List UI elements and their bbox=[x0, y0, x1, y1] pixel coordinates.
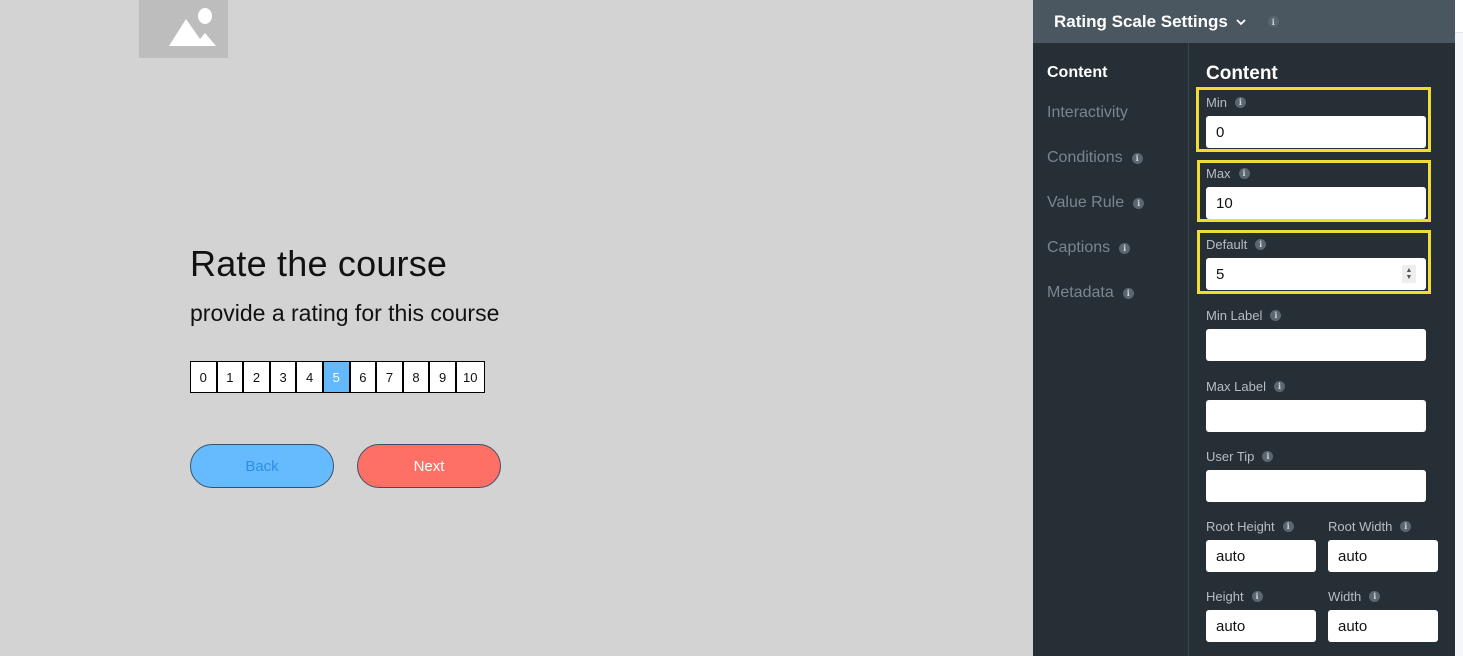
nav-item-label: Metadata bbox=[1047, 284, 1114, 301]
rating-option-8[interactable]: 8 bbox=[403, 362, 431, 392]
info-icon[interactable]: i bbox=[1255, 238, 1267, 250]
info-icon[interactable]: i bbox=[1262, 450, 1274, 462]
max-field: Max i bbox=[1206, 165, 1426, 219]
next-button[interactable]: Next bbox=[357, 444, 501, 488]
rating-option-2[interactable]: 2 bbox=[244, 362, 271, 392]
min-input[interactable] bbox=[1206, 116, 1426, 148]
content-form: Content Mini Maxi Defaulti ▲ ▼ bbox=[1196, 43, 1455, 656]
height-field: Height i bbox=[1206, 588, 1316, 642]
max-label-field: Max Label i bbox=[1206, 378, 1426, 432]
scrollbar-track[interactable] bbox=[1455, 0, 1463, 656]
root-width-input[interactable] bbox=[1328, 540, 1438, 572]
info-icon[interactable]: i bbox=[1270, 309, 1282, 321]
back-button[interactable]: Back bbox=[190, 444, 334, 488]
root-width-field: Root Width i bbox=[1328, 518, 1438, 572]
height-input[interactable] bbox=[1206, 610, 1316, 642]
width-input[interactable] bbox=[1328, 610, 1438, 642]
field-label: Max Label bbox=[1206, 378, 1266, 394]
info-icon[interactable]: i bbox=[1282, 520, 1294, 532]
field-label: Min bbox=[1206, 94, 1227, 110]
field-label: Height bbox=[1206, 588, 1244, 604]
form-heading: Content bbox=[1206, 63, 1278, 84]
rating-scale: 0 1 2 3 4 5 6 7 8 9 10 bbox=[190, 361, 485, 393]
question-subtitle: provide a rating for this course bbox=[190, 300, 500, 326]
rating-option-9[interactable]: 9 bbox=[430, 362, 457, 392]
field-label: Default bbox=[1206, 236, 1248, 252]
nav-item-label: Interactivity bbox=[1047, 104, 1128, 121]
field-label: Max bbox=[1206, 165, 1231, 181]
question-title: Rate the course bbox=[190, 243, 448, 284]
info-icon[interactable]: i bbox=[1251, 590, 1263, 602]
info-icon[interactable]: i bbox=[1238, 167, 1250, 179]
info-icon[interactable]: i bbox=[1273, 380, 1285, 392]
min-field: Min i bbox=[1206, 94, 1426, 148]
info-icon[interactable]: i bbox=[1131, 152, 1143, 164]
user-tip-field: User Tip i bbox=[1206, 448, 1426, 502]
info-icon[interactable]: i bbox=[1122, 287, 1134, 299]
window-edge bbox=[1455, 0, 1463, 33]
field-label: User Tip bbox=[1206, 448, 1255, 464]
default-field: Default i ▲ ▼ bbox=[1206, 236, 1426, 290]
nav-item-metadata[interactable]: Metadata i bbox=[1047, 284, 1134, 302]
field-label: Width bbox=[1328, 588, 1362, 604]
field-label: Root Height bbox=[1206, 518, 1275, 534]
max-input[interactable] bbox=[1206, 187, 1426, 219]
min-label-field: Min Label i bbox=[1206, 307, 1426, 361]
nav-item-value-rule[interactable]: Value Rule i bbox=[1047, 194, 1145, 212]
width-field: Width i bbox=[1328, 588, 1438, 642]
rating-option-4[interactable]: 4 bbox=[297, 362, 324, 392]
chevron-down-icon[interactable] bbox=[1234, 15, 1248, 29]
max-label-input[interactable] bbox=[1206, 400, 1426, 432]
field-label: Root Width bbox=[1328, 518, 1393, 534]
number-stepper[interactable]: ▲ ▼ bbox=[1402, 265, 1416, 283]
panel-title[interactable]: Rating Scale Settings bbox=[1054, 12, 1228, 32]
nav-item-content[interactable]: Content bbox=[1047, 64, 1107, 82]
stepper-up-icon[interactable]: ▲ bbox=[1406, 267, 1413, 274]
info-icon[interactable]: i bbox=[1133, 197, 1145, 209]
rating-option-0[interactable]: 0 bbox=[191, 362, 218, 392]
info-icon[interactable]: i bbox=[1400, 520, 1412, 532]
info-icon[interactable]: i bbox=[1234, 96, 1246, 108]
rating-option-3[interactable]: 3 bbox=[270, 362, 298, 392]
root-height-input[interactable] bbox=[1206, 540, 1316, 572]
user-tip-input[interactable] bbox=[1206, 470, 1426, 502]
nav-item-conditions[interactable]: Conditions i bbox=[1047, 149, 1143, 167]
nav-item-label: Captions bbox=[1047, 239, 1111, 256]
panel-header[interactable]: Rating Scale Settings i bbox=[1033, 0, 1455, 43]
settings-nav: Content Interactivity Conditions i Value… bbox=[1033, 43, 1189, 656]
rating-option-6[interactable]: 6 bbox=[350, 362, 378, 392]
nav-item-captions[interactable]: Captions i bbox=[1047, 239, 1131, 257]
nav-item-interactivity[interactable]: Interactivity bbox=[1047, 104, 1128, 122]
info-icon[interactable]: i bbox=[1267, 16, 1279, 27]
nav-item-label: Content bbox=[1047, 64, 1108, 81]
nav-item-label: Value Rule bbox=[1047, 194, 1125, 211]
canvas-stage: Rate the course provide a rating for thi… bbox=[0, 0, 1033, 656]
image-placeholder[interactable] bbox=[139, 0, 228, 58]
image-icon bbox=[169, 8, 216, 46]
settings-panel: Rating Scale Settings i Content Interact… bbox=[1033, 0, 1455, 656]
root-height-field: Root Height i bbox=[1206, 518, 1316, 572]
default-input[interactable] bbox=[1206, 258, 1426, 290]
rating-option-1[interactable]: 1 bbox=[217, 362, 245, 392]
nav-item-label: Conditions bbox=[1047, 149, 1123, 166]
info-icon[interactable]: i bbox=[1119, 242, 1131, 254]
rating-option-10[interactable]: 10 bbox=[456, 362, 484, 392]
field-label: Min Label bbox=[1206, 307, 1263, 323]
rating-option-5[interactable]: 5 bbox=[323, 362, 351, 392]
min-label-input[interactable] bbox=[1206, 329, 1426, 361]
rating-option-7[interactable]: 7 bbox=[377, 362, 404, 392]
stepper-down-icon[interactable]: ▼ bbox=[1406, 274, 1413, 281]
info-icon[interactable]: i bbox=[1369, 590, 1381, 602]
